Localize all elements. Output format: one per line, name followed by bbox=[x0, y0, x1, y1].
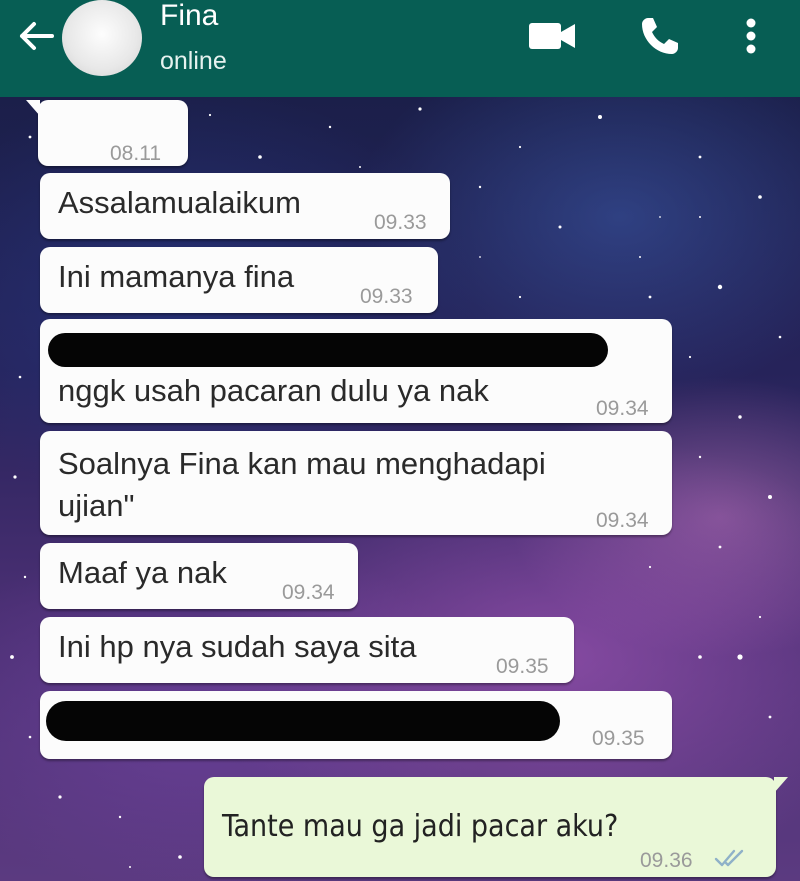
message-text: Ini mamanya fina bbox=[58, 259, 295, 294]
chat-header: Fina online bbox=[0, 0, 800, 97]
message-bubble-outgoing[interactable]: Tante mau ga jadi pacar aku? 09.36 bbox=[204, 777, 788, 879]
back-arrow-icon[interactable] bbox=[14, 18, 58, 54]
double-check-icon bbox=[714, 839, 748, 879]
message-time: 09.35 bbox=[592, 727, 645, 750]
message-bubble-incoming[interactable]: Maaf ya nak 09.34 bbox=[40, 543, 358, 609]
message-bubble-incoming[interactable]: Ini mamanya fina 09.33 bbox=[40, 247, 438, 313]
message-bubble-incoming[interactable]: Soalnya Fina kan mau menghadapi ujian" 0… bbox=[40, 431, 672, 535]
chat-area[interactable]: 08.11 Assalamualaikum 09.33 Ini mamanya … bbox=[0, 97, 800, 881]
message-text: Assalamualaikum bbox=[58, 185, 301, 220]
message-text: Ini hp nya sudah saya sita bbox=[58, 629, 417, 664]
bubble-tail bbox=[26, 100, 40, 116]
bubble-tail bbox=[774, 777, 788, 793]
message-time: 09.34 bbox=[282, 581, 335, 604]
message-bubble-incoming[interactable]: 09.35 bbox=[40, 691, 672, 759]
redaction-bar bbox=[46, 701, 560, 741]
phone-icon[interactable] bbox=[636, 16, 684, 56]
contact-status: online bbox=[160, 47, 227, 75]
more-vertical-icon[interactable] bbox=[736, 16, 766, 56]
contact-name[interactable]: Fina bbox=[160, 0, 218, 34]
message-time: 09.34 bbox=[596, 509, 649, 532]
message-text: nggk usah pacaran dulu ya nak bbox=[58, 373, 489, 408]
message-time: 09.34 bbox=[596, 397, 649, 420]
message-bubble-incoming[interactable]: nggk usah pacaran dulu ya nak 09.34 bbox=[40, 319, 672, 423]
message-text: Maaf ya nak bbox=[58, 555, 227, 590]
message-time: 09.36 bbox=[640, 849, 693, 872]
message-time: 09.33 bbox=[360, 285, 413, 308]
message-time: 08.11 bbox=[110, 142, 161, 165]
message-text: Soalnya Fina kan mau menghadapi ujian" bbox=[58, 446, 546, 523]
message-bubble-incoming[interactable]: 08.11 bbox=[26, 100, 188, 166]
avatar[interactable] bbox=[62, 0, 142, 76]
video-call-icon[interactable] bbox=[524, 16, 580, 56]
message-bubble-incoming[interactable]: Assalamualaikum 09.33 bbox=[40, 173, 450, 239]
message-text: Tante mau ga jadi pacar aku? bbox=[222, 809, 619, 844]
message-time: 09.33 bbox=[374, 211, 427, 234]
message-time: 09.35 bbox=[496, 655, 549, 678]
redaction-bar bbox=[48, 333, 608, 367]
message-bubble-incoming[interactable]: Ini hp nya sudah saya sita 09.35 bbox=[40, 617, 574, 683]
